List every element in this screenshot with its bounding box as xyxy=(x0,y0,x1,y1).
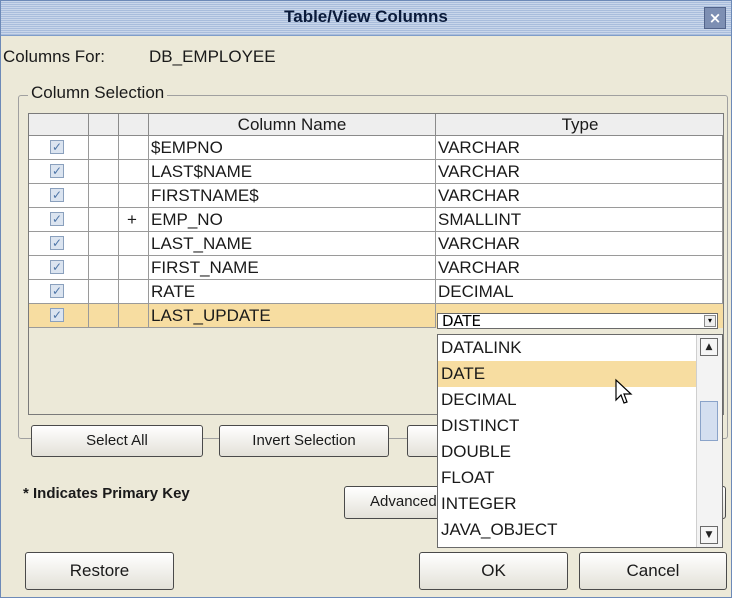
checkbox-cell[interactable]: ✓ xyxy=(29,160,89,184)
row-col2-cell xyxy=(89,160,119,184)
checkbox-cell[interactable]: ✓ xyxy=(29,184,89,208)
column-name-cell[interactable]: FIRST_NAME xyxy=(149,256,436,280)
row-col2-cell xyxy=(89,304,119,328)
dropdown-option[interactable]: FLOAT xyxy=(438,465,698,491)
checkbox-cell[interactable]: ✓ xyxy=(29,208,89,232)
row-col2-cell xyxy=(89,232,119,256)
column-name-cell[interactable]: LAST$NAME xyxy=(149,160,436,184)
title-bar[interactable]: Table/View Columns × xyxy=(1,1,731,36)
ok-button[interactable]: OK xyxy=(419,552,568,590)
checkbox-cell[interactable]: ✓ xyxy=(29,304,89,328)
table-row[interactable]: ✓ FIRSTNAME$ VARCHAR xyxy=(29,184,723,208)
checkbox-checked-icon[interactable]: ✓ xyxy=(50,140,64,154)
type-cell[interactable]: VARCHAR xyxy=(436,136,723,160)
type-combo-value: DATE xyxy=(442,313,482,329)
dropdown-option[interactable]: DATALINK xyxy=(438,335,698,361)
primary-key-cell xyxy=(119,136,149,160)
dropdown-scrollbar[interactable]: ▲ ▼ xyxy=(696,335,722,547)
table-row[interactable]: ✓ + EMP_NO SMALLINT xyxy=(29,208,723,232)
checkbox-checked-icon[interactable]: ✓ xyxy=(50,188,64,202)
primary-key-cell: + xyxy=(119,208,149,232)
columns-for-value: DB_EMPLOYEE xyxy=(149,47,276,66)
chevron-down-icon[interactable]: ▾ xyxy=(704,315,716,327)
restore-button[interactable]: Restore xyxy=(25,552,174,590)
cancel-button[interactable]: Cancel xyxy=(579,552,727,590)
header-type[interactable]: Type xyxy=(436,114,723,136)
column-name-cell[interactable]: RATE xyxy=(149,280,436,304)
type-cell[interactable]: VARCHAR xyxy=(436,232,723,256)
scrollbar-thumb[interactable] xyxy=(700,401,718,441)
checkbox-cell[interactable]: ✓ xyxy=(29,280,89,304)
table-row[interactable]: ✓ FIRST_NAME VARCHAR xyxy=(29,256,723,280)
primary-key-cell xyxy=(119,280,149,304)
column-name-cell[interactable]: LAST_NAME xyxy=(149,232,436,256)
type-cell[interactable]: VARCHAR xyxy=(436,184,723,208)
checkbox-checked-icon[interactable]: ✓ xyxy=(50,164,64,178)
dropdown-option[interactable]: DECIMAL xyxy=(438,387,698,413)
row-col2-cell xyxy=(89,208,119,232)
checkbox-checked-icon[interactable]: ✓ xyxy=(50,308,64,322)
table-row[interactable]: ✓ LAST_NAME VARCHAR xyxy=(29,232,723,256)
invert-selection-button[interactable]: Invert Selection xyxy=(219,425,389,457)
row-col2-cell xyxy=(89,184,119,208)
type-cell[interactable]: SMALLINT xyxy=(436,208,723,232)
header-check[interactable] xyxy=(29,114,89,136)
column-name-cell[interactable]: LAST_UPDATE xyxy=(149,304,436,328)
columns-for-label: Columns For: xyxy=(3,47,106,66)
checkbox-checked-icon[interactable]: ✓ xyxy=(50,260,64,274)
primary-key-cell xyxy=(119,256,149,280)
checkbox-checked-icon[interactable]: ✓ xyxy=(50,284,64,298)
checkbox-cell[interactable]: ✓ xyxy=(29,232,89,256)
checkbox-cell[interactable]: ✓ xyxy=(29,256,89,280)
dialog-title: Table/View Columns xyxy=(284,7,448,26)
dropdown-option[interactable]: DATE xyxy=(438,361,698,387)
dropdown-option[interactable]: DOUBLE xyxy=(438,439,698,465)
column-name-cell[interactable]: $EMPNO xyxy=(149,136,436,160)
checkbox-checked-icon[interactable]: ✓ xyxy=(50,236,64,250)
type-cell[interactable]: VARCHAR xyxy=(436,256,723,280)
primary-key-cell xyxy=(119,232,149,256)
arrow-up-icon[interactable]: ▲ xyxy=(700,338,718,356)
row-col2-cell xyxy=(89,136,119,160)
table-view-columns-dialog: Table/View Columns × Columns For: DB_EMP… xyxy=(0,0,732,598)
type-combo[interactable]: DATE ▾ xyxy=(437,313,718,329)
column-name-cell[interactable]: EMP_NO xyxy=(149,208,436,232)
type-dropdown-list[interactable]: DATALINK DATE DECIMAL DISTINCT DOUBLE FLOAT IN… xyxy=(437,334,723,548)
header-pk[interactable] xyxy=(119,114,149,136)
close-icon[interactable]: × xyxy=(704,7,726,29)
table-row[interactable]: ✓ LAST$NAME VARCHAR xyxy=(29,160,723,184)
dropdown-option[interactable]: JAVA_OBJECT xyxy=(438,517,698,543)
row-col2-cell xyxy=(89,280,119,304)
column-selection-label: Column Selection xyxy=(28,83,168,103)
select-all-button[interactable]: Select All xyxy=(31,425,203,457)
column-name-cell[interactable]: FIRSTNAME$ xyxy=(149,184,436,208)
type-cell[interactable]: VARCHAR xyxy=(436,160,723,184)
header-col2[interactable] xyxy=(89,114,119,136)
dropdown-option[interactable]: INTEGER xyxy=(438,491,698,517)
table-row[interactable]: ✓ RATE DECIMAL xyxy=(29,280,723,304)
checkbox-cell[interactable]: ✓ xyxy=(29,136,89,160)
row-col2-cell xyxy=(89,256,119,280)
table-row[interactable]: ✓ $EMPNO VARCHAR xyxy=(29,136,723,160)
mouse-cursor-icon xyxy=(615,378,633,404)
arrow-down-icon[interactable]: ▼ xyxy=(700,526,718,544)
primary-key-note: * Indicates Primary Key xyxy=(23,485,190,502)
primary-key-cell xyxy=(119,304,149,328)
header-column-name[interactable]: Column Name xyxy=(149,114,436,136)
primary-key-cell xyxy=(119,184,149,208)
dropdown-option[interactable]: DISTINCT xyxy=(438,413,698,439)
checkbox-checked-icon[interactable]: ✓ xyxy=(50,212,64,226)
primary-key-cell xyxy=(119,160,149,184)
type-cell[interactable]: DECIMAL xyxy=(436,280,723,304)
